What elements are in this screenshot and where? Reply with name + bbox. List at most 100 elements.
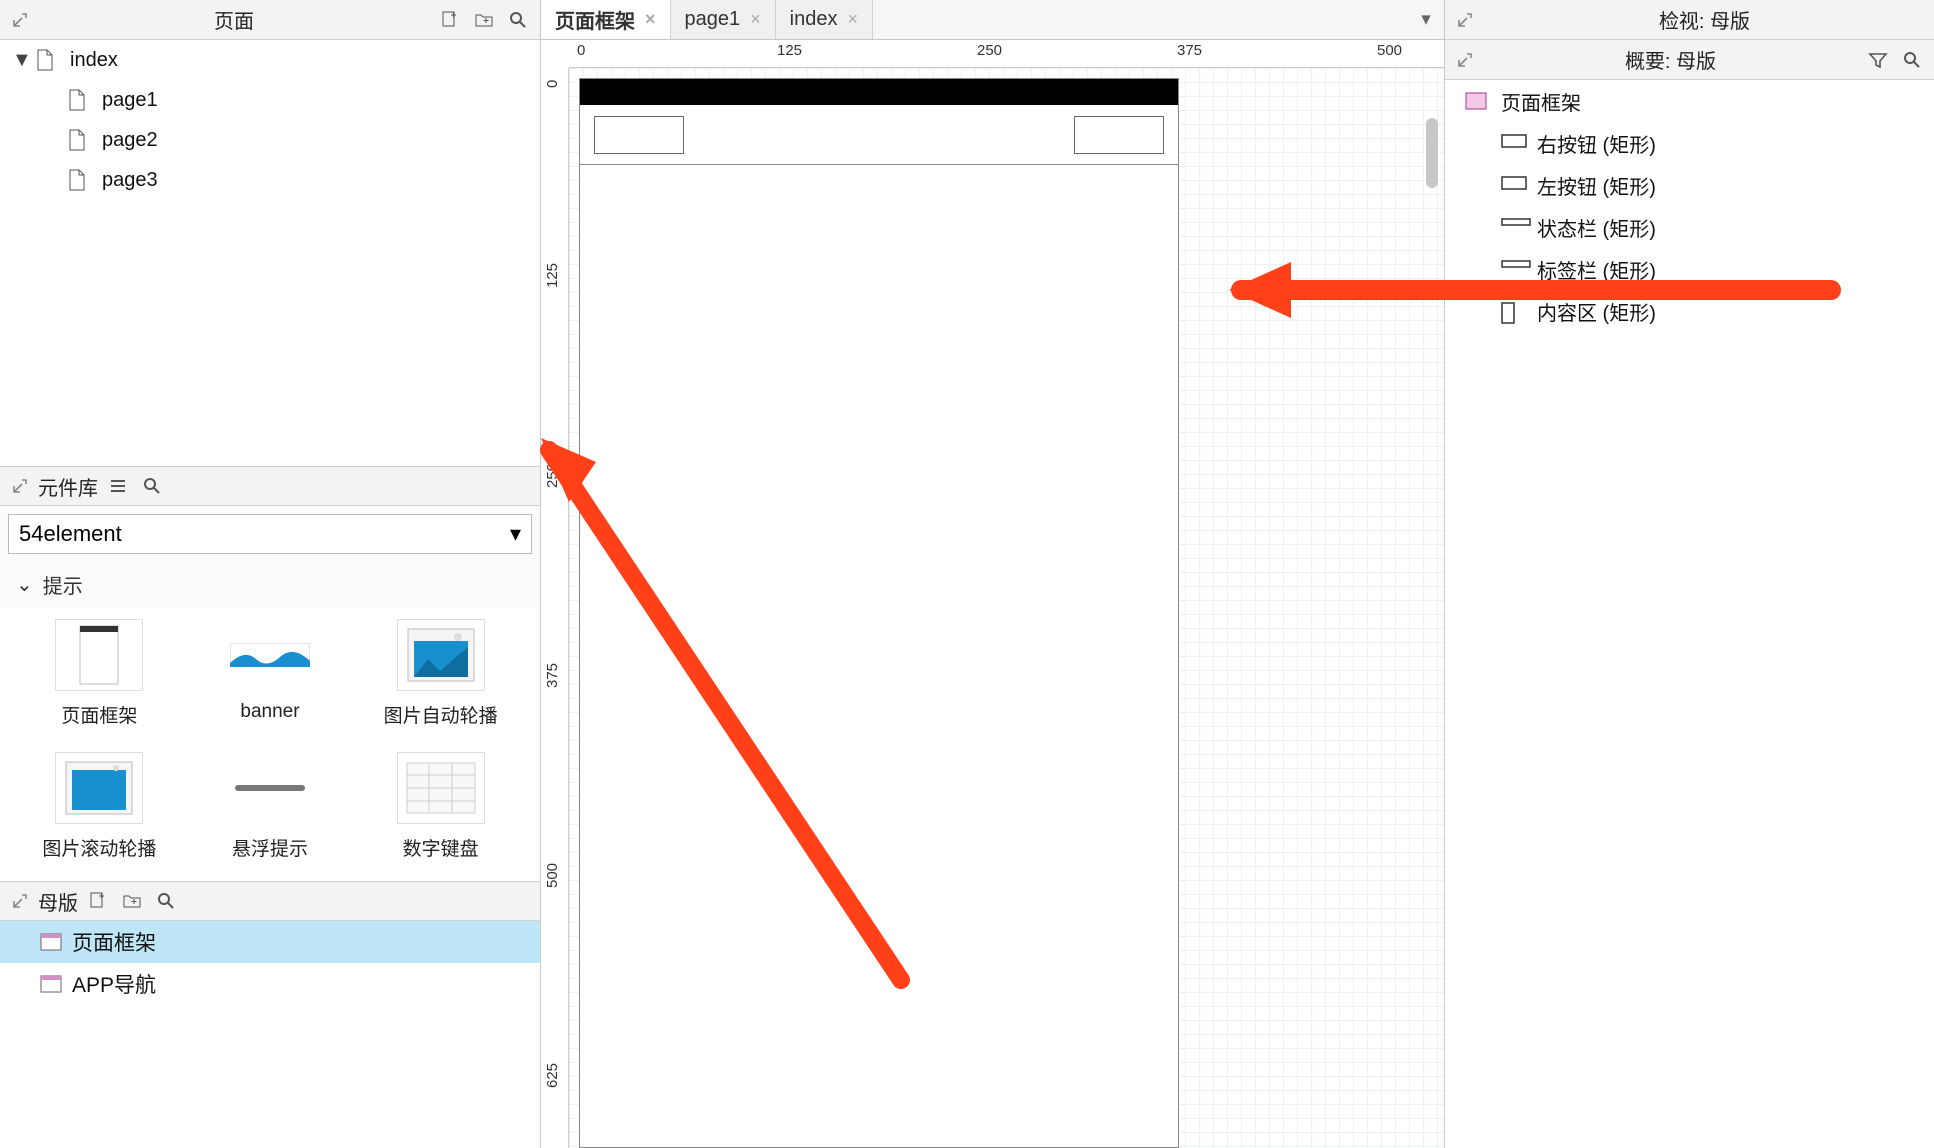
ruler-tick-label: 625 — [544, 1063, 561, 1088]
status-bar-rect[interactable] — [580, 79, 1178, 105]
page-frame-widget[interactable] — [579, 78, 1179, 1148]
master-icon — [40, 933, 62, 951]
library-select-wrap: 54element ▾ — [8, 514, 532, 554]
popout-icon[interactable] — [1453, 48, 1477, 72]
add-folder-icon[interactable] — [470, 6, 498, 34]
master-icon — [40, 975, 62, 993]
library-category-label: 提示 — [43, 570, 83, 599]
library-panel-title: 元件库 — [38, 472, 98, 501]
master-item-app-nav[interactable]: APP导航 — [0, 963, 540, 1005]
tree-label: page2 — [102, 129, 158, 152]
page-icon — [68, 89, 92, 111]
widget-label: 图片滚动轮播 — [42, 834, 156, 861]
search-library-icon[interactable] — [138, 472, 166, 500]
tab-page-frame[interactable]: 页面框架 × — [541, 0, 671, 39]
canvas[interactable] — [569, 68, 1444, 1148]
ruler-tick-label: 500 — [544, 863, 561, 888]
ruler-horizontal[interactable]: 0 125 250 375 500 — [569, 40, 1444, 68]
rect-icon — [1501, 134, 1527, 152]
library-dropdown[interactable]: 54element ▾ — [8, 514, 532, 554]
vertical-scrollbar[interactable] — [1426, 118, 1438, 188]
right-button-rect[interactable] — [1074, 116, 1164, 154]
outline-item-right-btn[interactable]: 右按钮 (矩形) — [1445, 122, 1934, 164]
ruler-tick-label: 500 — [1377, 42, 1402, 59]
tab-label: index — [790, 8, 838, 31]
outline-label: 左按钮 (矩形) — [1537, 171, 1656, 200]
close-tab-icon[interactable]: × — [750, 9, 761, 30]
master-icon — [1465, 92, 1491, 110]
tabs-dropdown-icon[interactable]: ▾ — [1408, 8, 1444, 31]
masters-list: 页面框架 APP导航 — [0, 921, 540, 1148]
widget-page-frame[interactable]: 页面框架 — [20, 619, 179, 728]
expand-icon[interactable]: ▼ — [12, 49, 36, 72]
tab-label: 页面框架 — [555, 5, 635, 34]
ruler-tick-label: 125 — [544, 263, 561, 288]
page-icon — [68, 169, 92, 191]
ruler-tick-label: 0 — [577, 42, 585, 59]
library-category[interactable]: ⌄ 提示 — [0, 562, 540, 607]
outline-item-tab-bar[interactable]: 标签栏 (矩形) — [1445, 248, 1934, 290]
page-icon — [36, 49, 60, 71]
library-selected: 54element — [19, 521, 122, 547]
close-tab-icon[interactable]: × — [847, 9, 858, 30]
outline-label: 页面框架 — [1501, 87, 1581, 116]
add-master-icon[interactable] — [84, 887, 112, 915]
widget-numpad[interactable]: 数字键盘 — [361, 752, 520, 861]
outline-item-content[interactable]: 内容区 (矩形) — [1445, 290, 1934, 332]
widget-label: 数字键盘 — [403, 834, 479, 861]
outline-panel-header: 概要: 母版 — [1445, 40, 1934, 80]
left-button-rect[interactable] — [594, 116, 684, 154]
tree-label: index — [70, 49, 118, 72]
outline-tree: 页面框架 右按钮 (矩形) 左按钮 (矩形) 状态栏 (矩形) 标签栏 (矩形)… — [1445, 80, 1934, 1148]
search-masters-icon[interactable] — [152, 887, 180, 915]
close-tab-icon[interactable]: × — [645, 9, 656, 30]
widget-banner[interactable]: banner — [191, 619, 350, 728]
tree-item-page3[interactable]: page3 — [0, 160, 540, 200]
widget-tooltip[interactable]: 悬浮提示 — [191, 752, 350, 861]
master-item-page-frame[interactable]: 页面框架 — [0, 921, 540, 963]
tab-page1[interactable]: page1 × — [671, 0, 776, 39]
widget-auto-carousel[interactable]: 图片自动轮播 — [361, 619, 520, 728]
outline-label: 内容区 (矩形) — [1537, 297, 1656, 326]
outline-root[interactable]: 页面框架 — [1445, 80, 1934, 122]
popout-icon[interactable] — [1453, 8, 1477, 32]
search-outline-icon[interactable] — [1898, 46, 1926, 74]
widget-label: 页面框架 — [61, 701, 137, 728]
widget-scroll-carousel[interactable]: 图片滚动轮播 — [20, 752, 179, 861]
chevron-down-icon: ▾ — [510, 521, 521, 547]
title-bar-rect[interactable] — [580, 105, 1178, 165]
tab-index[interactable]: index × — [776, 0, 873, 39]
outline-item-left-btn[interactable]: 左按钮 (矩形) — [1445, 164, 1934, 206]
filter-icon[interactable] — [1864, 46, 1892, 74]
widget-label: 图片自动轮播 — [384, 701, 498, 728]
ruler-vertical[interactable]: 0 125 250 375 500 625 — [541, 68, 569, 1148]
popout-icon[interactable] — [8, 889, 32, 913]
library-menu-icon[interactable] — [104, 472, 132, 500]
ruler-tick-label: 375 — [544, 663, 561, 688]
popout-icon[interactable] — [8, 474, 32, 498]
add-page-icon[interactable] — [436, 6, 464, 34]
tree-item-index[interactable]: ▼ index — [0, 40, 540, 80]
outline-label: 右按钮 (矩形) — [1537, 129, 1656, 158]
ruler-tick-label: 125 — [777, 42, 802, 59]
inspect-panel-header: 检视: 母版 — [1445, 0, 1934, 40]
tree-label: page3 — [102, 169, 158, 192]
popout-icon[interactable] — [8, 8, 32, 32]
tab-label: page1 — [685, 8, 741, 31]
search-pages-icon[interactable] — [504, 6, 532, 34]
add-master-folder-icon[interactable] — [118, 887, 146, 915]
widget-label: banner — [240, 701, 299, 723]
outline-panel-title: 概要: 母版 — [1625, 45, 1716, 74]
masters-panel-header: 母版 — [0, 881, 540, 921]
rect-icon — [1501, 176, 1527, 194]
rect-tall-icon — [1501, 302, 1527, 320]
tree-item-page2[interactable]: page2 — [0, 120, 540, 160]
ruler-tick-label: 0 — [544, 80, 561, 88]
canvas-wrap: 0 125 250 375 500 625 — [541, 68, 1444, 1148]
outline-item-status-bar[interactable]: 状态栏 (矩形) — [1445, 206, 1934, 248]
pages-panel-header: 页面 — [0, 0, 540, 40]
tree-item-page1[interactable]: page1 — [0, 80, 540, 120]
tree-label: page1 — [102, 89, 158, 112]
pages-tree: ▼ index page1 page2 page3 — [0, 40, 540, 466]
widget-label: 悬浮提示 — [232, 834, 308, 861]
